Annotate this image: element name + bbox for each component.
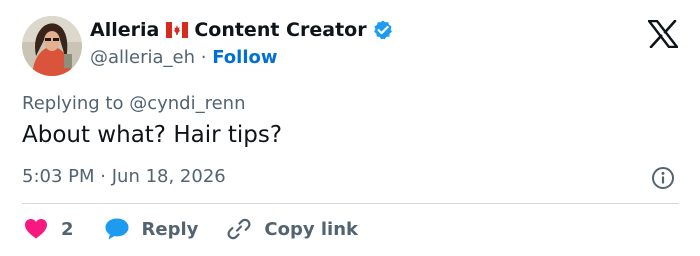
divider (22, 203, 679, 204)
canada-flag-icon (166, 22, 189, 38)
author-name[interactable]: Alleria (90, 19, 159, 41)
author-role[interactable]: Content Creator (194, 19, 366, 41)
replying-to-label: Replying to (22, 93, 124, 114)
heart-icon (24, 218, 48, 240)
reply-label: Reply (141, 218, 199, 240)
tweet-date[interactable]: Jun 18, 2026 (112, 166, 226, 187)
copy-link-label: Copy link (264, 218, 358, 240)
replying-to-line: Replying to @cyndi_renn (22, 93, 246, 114)
like-count: 2 (61, 218, 74, 240)
reply-button[interactable]: Reply (104, 217, 199, 241)
link-icon (226, 216, 252, 242)
verified-badge-icon (372, 19, 394, 41)
separator-dot: · (200, 47, 207, 68)
reply-mention-link[interactable]: @cyndi_renn (129, 93, 245, 114)
reply-bubble-icon (104, 217, 130, 241)
author-handle-row: @alleria_eh · Follow (90, 47, 278, 68)
copy-link-button[interactable]: Copy link (226, 216, 358, 242)
info-icon[interactable] (651, 166, 675, 190)
author-handle[interactable]: @alleria_eh (90, 47, 195, 68)
tweet-timestamp[interactable]: 5:03 PM · Jun 18, 2026 (22, 166, 226, 187)
tweet-time[interactable]: 5:03 PM (22, 166, 95, 187)
avatar[interactable] (22, 16, 82, 76)
like-button[interactable]: 2 (24, 218, 74, 240)
tweet-text: About what? Hair tips? (22, 122, 283, 148)
author-name-row[interactable]: Alleria Content Creator (90, 19, 394, 41)
tweet-actions: 2 Reply Copy link (24, 216, 358, 242)
follow-button[interactable]: Follow (212, 47, 277, 68)
x-logo-icon[interactable] (648, 20, 678, 48)
separator-dot: · (100, 166, 106, 187)
